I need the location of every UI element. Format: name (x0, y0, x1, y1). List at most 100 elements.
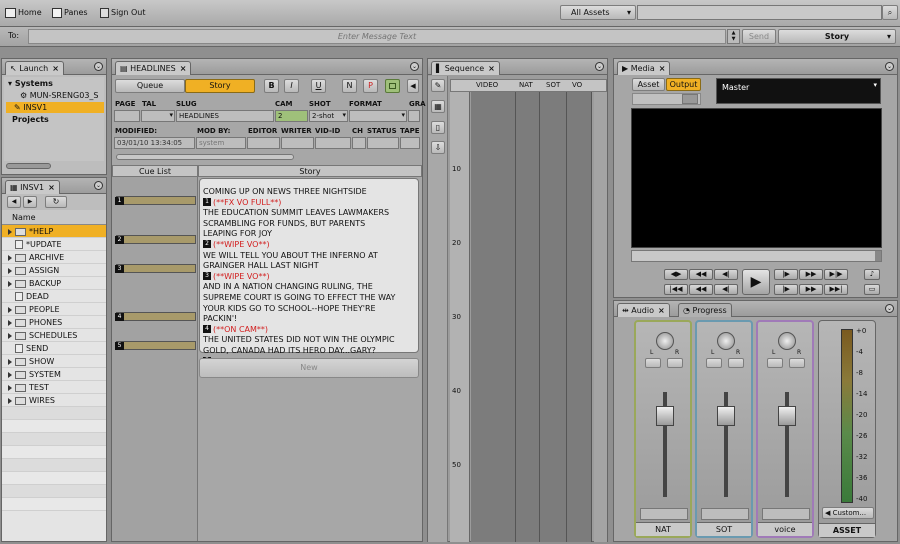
new-story-button[interactable]: New (199, 358, 419, 378)
mark-out-button[interactable]: |▶ (774, 284, 798, 295)
close-icon[interactable]: × (52, 64, 59, 73)
close-icon[interactable]: × (180, 64, 187, 73)
form-scrollbar[interactable] (116, 154, 294, 160)
panel-menu-icon[interactable]: ⌄ (410, 62, 419, 71)
export-tool-button[interactable]: ⇩ (431, 141, 445, 154)
assets-select[interactable]: All Assets ▾ (560, 5, 636, 20)
expand-icon[interactable] (8, 319, 12, 326)
expand-icon[interactable] (8, 280, 12, 287)
queue-item[interactable]: SEND (2, 342, 106, 355)
jog-back-button[interactable]: ◀▶ (664, 269, 688, 280)
queue-button[interactable]: Queue (115, 79, 185, 93)
expand-icon[interactable] (8, 267, 12, 274)
writer-field[interactable] (281, 137, 314, 149)
presenter-mode-button[interactable]: P (363, 79, 378, 93)
solo-button[interactable] (706, 358, 722, 368)
track-video[interactable] (471, 92, 516, 542)
cue-marker[interactable]: 3 (203, 272, 211, 281)
cue-list-header[interactable]: Cue List (112, 165, 198, 177)
cue-bar[interactable] (116, 196, 196, 205)
queue-item[interactable]: DEAD (2, 290, 106, 303)
solo-button[interactable] (645, 358, 661, 368)
expand-icon[interactable] (8, 358, 12, 365)
tal-field[interactable]: ▾ (141, 110, 175, 122)
fullscreen-button[interactable]: ▭ (864, 284, 880, 295)
expand-icon[interactable] (8, 254, 12, 261)
goto-start-button[interactable]: |◀◀ (664, 284, 688, 295)
edit-tool-button[interactable]: ✎ (431, 79, 445, 92)
sequence-scrollbar[interactable] (594, 92, 607, 542)
volume-fader[interactable] (717, 406, 735, 426)
strip-field[interactable] (640, 508, 688, 520)
queue-item[interactable]: *HELP (2, 225, 106, 238)
expand-icon[interactable] (8, 384, 12, 391)
audio-toggle-button[interactable]: ♪ (864, 269, 880, 280)
solo-button[interactable] (767, 358, 783, 368)
normal-mode-button[interactable]: N (342, 79, 357, 93)
format-select[interactable]: ▾ (349, 110, 407, 122)
queue-item[interactable]: SYSTEM (2, 368, 106, 381)
strip-field[interactable] (762, 508, 810, 520)
tree-systems[interactable]: ▾ Systems (8, 79, 53, 88)
forward-button[interactable]: ▶ (23, 196, 37, 208)
step-forward-button[interactable]: |▶ (774, 269, 798, 280)
queue-item[interactable]: SCHEDULES (2, 329, 106, 342)
tree-server[interactable]: ⚙ MUN-SRENG03_S (20, 91, 98, 100)
story-text-area[interactable]: COMING UP ON NEWS THREE NIGHTSIDE 1 (**FX … (199, 178, 419, 366)
name-column-header[interactable]: Name (2, 210, 106, 225)
cue-marker[interactable]: 2 (203, 240, 211, 249)
slug-field[interactable]: HEADLINES (176, 110, 274, 122)
cue-bar[interactable] (116, 235, 196, 244)
production-cue-button[interactable] (385, 79, 400, 93)
expand-icon[interactable] (8, 371, 12, 378)
cue-marker[interactable]: 4 (203, 325, 211, 334)
panel-menu-icon[interactable]: ⌄ (885, 62, 894, 71)
tape-field[interactable] (400, 137, 420, 149)
cue-bar[interactable] (116, 312, 196, 321)
expand-icon[interactable] (8, 332, 12, 339)
film-tool-button[interactable]: ▦ (431, 100, 445, 113)
expand-icon[interactable] (8, 228, 12, 235)
fast-forward-button[interactable]: ▶▶ (799, 269, 823, 280)
track-nat[interactable] (516, 92, 540, 542)
bold-button[interactable]: B (264, 79, 279, 93)
timeline-ruler[interactable]: 10 20 30 40 50 (450, 92, 470, 542)
underline-button[interactable]: U (311, 79, 326, 93)
close-icon[interactable]: × (659, 64, 666, 73)
close-icon[interactable]: × (658, 306, 665, 315)
expand-icon[interactable] (8, 397, 12, 404)
sign-out-button[interactable]: Sign Out (100, 6, 146, 20)
scrub-bar[interactable] (631, 250, 882, 262)
search-button[interactable]: ⌕ (882, 5, 898, 20)
queue-item[interactable]: PHONES (2, 316, 106, 329)
next-frame-button[interactable]: ▶▶ (799, 284, 823, 295)
step-back-button[interactable]: ◀| (714, 269, 738, 280)
refresh-button[interactable]: ↻ (45, 196, 67, 208)
launch-scrollbar[interactable] (6, 163, 51, 169)
rewind-button[interactable]: ◀◀ (689, 269, 713, 280)
track-sot[interactable] (540, 92, 567, 542)
media-small-field[interactable] (632, 93, 701, 105)
asset-search-input[interactable] (637, 5, 882, 20)
volume-fader[interactable] (778, 406, 796, 426)
panes-button[interactable]: Panes (52, 6, 88, 20)
mute-button[interactable] (789, 358, 805, 368)
pan-knob[interactable] (717, 332, 735, 350)
pan-knob[interactable] (778, 332, 796, 350)
master-select[interactable]: Master ▾ (716, 78, 881, 104)
tab-media[interactable]: ▶ Media × (617, 61, 671, 75)
strip-field[interactable] (701, 508, 749, 520)
tab-launch[interactable]: ↖ Launch × (5, 61, 64, 75)
back-button[interactable]: ◀ (7, 196, 21, 208)
panel-menu-icon[interactable]: ⌄ (94, 62, 103, 71)
tab-insv1[interactable]: ▦ INSV1 × (5, 180, 60, 194)
story-select[interactable]: Story ▾ (778, 29, 896, 44)
play-button[interactable]: ▶ (742, 269, 770, 295)
mute-button[interactable] (667, 358, 683, 368)
output-mode-button[interactable]: Output (666, 78, 701, 91)
panel-menu-icon[interactable]: ⌄ (94, 181, 103, 190)
close-icon[interactable]: × (48, 183, 55, 192)
tab-headlines[interactable]: ▤ HEADLINES × (115, 61, 192, 75)
ch-field[interactable] (352, 137, 366, 149)
queue-item[interactable]: PEOPLE (2, 303, 106, 316)
